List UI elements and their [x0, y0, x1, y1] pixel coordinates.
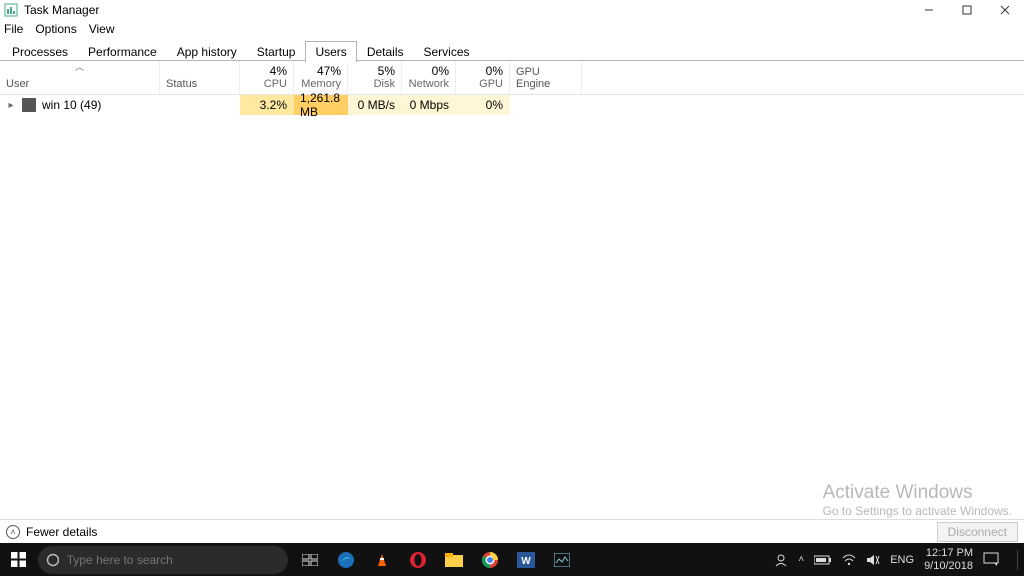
col-user[interactable]: ︿ User	[0, 61, 160, 94]
vlc-icon[interactable]	[364, 543, 400, 576]
cell-network: 0 Mbps	[402, 95, 456, 115]
svg-text:W: W	[521, 556, 531, 567]
tray-wifi-icon[interactable]	[842, 554, 856, 566]
activation-watermark: Activate Windows Go to Settings to activ…	[823, 482, 1012, 518]
table-header: ︿ User Status 4% CPU 47% Memory 5% Disk …	[0, 61, 1024, 95]
tab-processes[interactable]: Processes	[2, 41, 78, 62]
chevron-up-icon: ˄	[6, 525, 20, 539]
cortana-icon	[46, 553, 59, 567]
search-box[interactable]	[38, 546, 288, 574]
action-center-icon[interactable]	[983, 551, 1001, 569]
col-cpu[interactable]: 4% CPU	[240, 61, 294, 94]
menu-file[interactable]: File	[4, 22, 23, 36]
window-title: Task Manager	[24, 3, 910, 17]
col-gpu-engine[interactable]: GPU Engine	[510, 61, 582, 94]
maximize-button[interactable]	[948, 0, 986, 20]
col-memory[interactable]: 47% Memory	[294, 61, 348, 94]
task-view-icon[interactable]	[292, 543, 328, 576]
tab-app-history[interactable]: App history	[167, 41, 247, 62]
col-status[interactable]: Status	[160, 61, 240, 94]
tab-performance[interactable]: Performance	[78, 41, 167, 62]
tray-volume-icon[interactable]	[866, 554, 880, 566]
system-tray: ˄ ENG 12:17 PM 9/10/2018	[774, 547, 1024, 571]
cell-gpu: 0%	[456, 95, 510, 115]
app-icon	[4, 3, 18, 17]
close-button[interactable]	[986, 0, 1024, 20]
tray-chevron-up-icon[interactable]: ˄	[798, 554, 804, 565]
taskbar: W ˄ ENG 12:17 PM 9/10/2018	[0, 543, 1024, 576]
cell-cpu: 3.2%	[240, 95, 294, 115]
disconnect-button[interactable]: Disconnect	[937, 522, 1018, 542]
show-desktop-button[interactable]	[1017, 550, 1018, 570]
tab-startup[interactable]: Startup	[247, 41, 306, 62]
titlebar: Task Manager	[0, 0, 1024, 20]
cell-memory: 1,261.8 MB	[294, 95, 348, 115]
tray-battery-icon[interactable]	[814, 555, 832, 565]
footer: ˄ Fewer details Disconnect	[0, 519, 1024, 543]
minimize-button[interactable]	[910, 0, 948, 20]
cell-user: ▸ win 10 (49)	[0, 95, 160, 115]
col-disk[interactable]: 5% Disk	[348, 61, 402, 94]
cell-disk: 0 MB/s	[348, 95, 402, 115]
chevron-right-icon[interactable]: ▸	[6, 100, 16, 111]
sort-indicator-icon: ︿	[75, 60, 84, 73]
table-row[interactable]: ▸ win 10 (49) 3.2% 1,261.8 MB 0 MB/s 0 M…	[0, 95, 1024, 115]
col-gpu[interactable]: 0% GPU	[456, 61, 510, 94]
word-icon[interactable]: W	[508, 543, 544, 576]
fewer-details-button[interactable]: ˄ Fewer details	[6, 525, 97, 539]
col-network[interactable]: 0% Network	[402, 61, 456, 94]
tab-details[interactable]: Details	[357, 41, 414, 62]
chrome-icon[interactable]	[472, 543, 508, 576]
start-button[interactable]	[0, 543, 36, 576]
menu-view[interactable]: View	[89, 22, 115, 36]
tab-services[interactable]: Services	[414, 41, 480, 62]
user-label: win 10 (49)	[42, 98, 101, 112]
menu-options[interactable]: Options	[35, 22, 76, 36]
search-input[interactable]	[67, 553, 280, 567]
cell-gpu-engine	[510, 95, 582, 115]
edge-icon[interactable]	[328, 543, 364, 576]
tabs: Processes Performance App history Startu…	[0, 38, 1024, 61]
file-explorer-icon[interactable]	[436, 543, 472, 576]
tray-lang[interactable]: ENG	[890, 554, 914, 566]
tray-people-icon[interactable]	[774, 553, 788, 567]
menubar: File Options View	[0, 20, 1024, 38]
user-icon	[22, 98, 36, 112]
tray-clock[interactable]: 12:17 PM 9/10/2018	[924, 547, 973, 571]
taskmgr-taskbar-icon[interactable]	[544, 543, 580, 576]
taskbar-apps: W	[292, 543, 580, 576]
cell-status	[160, 95, 240, 115]
tab-users[interactable]: Users	[305, 41, 356, 62]
opera-icon[interactable]	[400, 543, 436, 576]
